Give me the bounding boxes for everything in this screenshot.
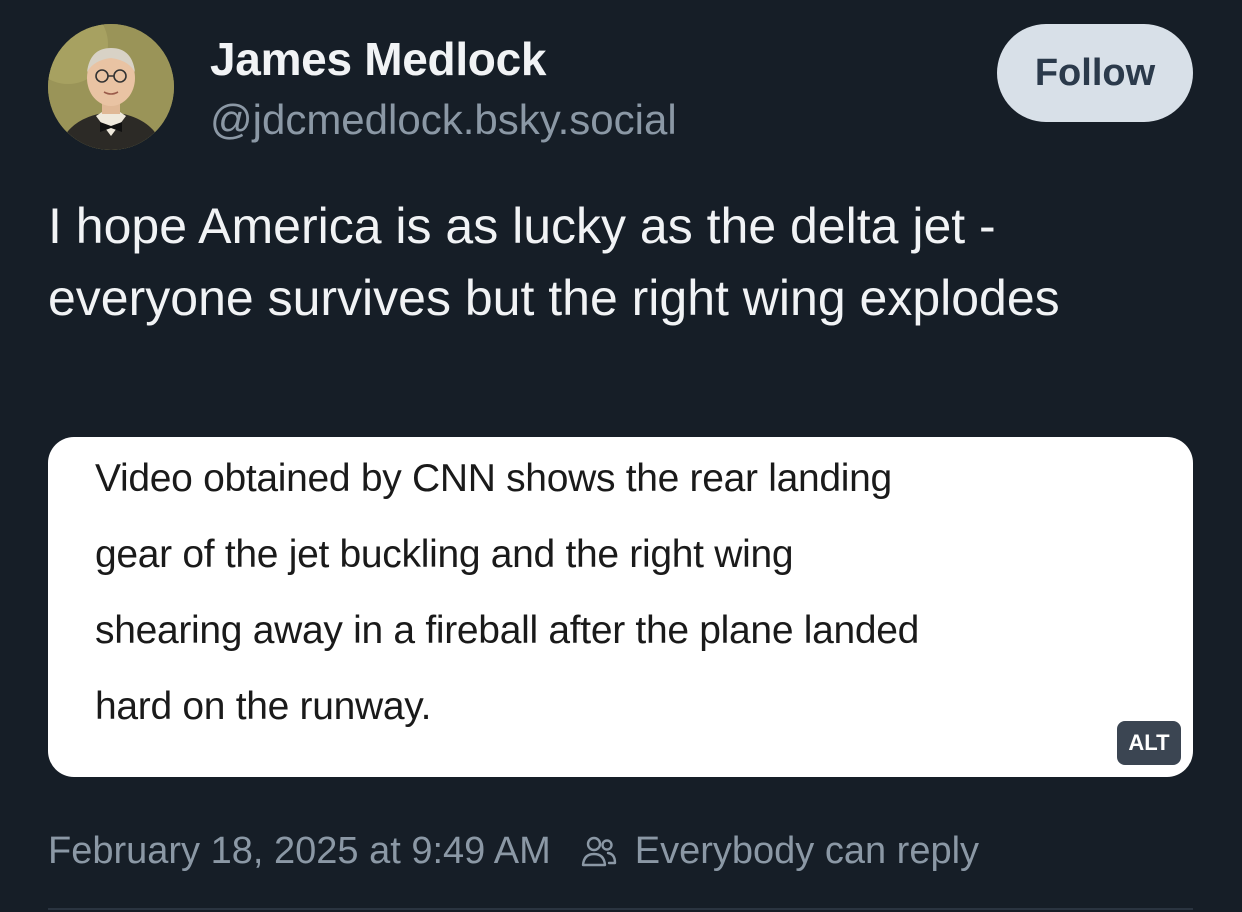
- avatar[interactable]: [48, 24, 174, 150]
- embed-text-line: shearing away in a fireball after the pl…: [95, 609, 920, 652]
- post-text: I hope America is as lucky as the delta …: [48, 198, 1060, 326]
- alt-badge[interactable]: ALT: [1117, 721, 1181, 765]
- embed-text-line: gear of the jet buckling and the right w…: [95, 533, 794, 576]
- author-handle[interactable]: @jdcmedlock.bsky.social: [210, 96, 677, 144]
- embedded-image[interactable]: Video obtained by CNN shows the rear lan…: [48, 437, 1193, 777]
- post-timestamp[interactable]: February 18, 2025 at 9:49 AM: [48, 830, 551, 873]
- author-display-name[interactable]: James Medlock: [210, 32, 546, 86]
- post-meta: February 18, 2025 at 9:49 AM Everybody c…: [48, 826, 979, 876]
- embed-text-line: Video obtained by CNN shows the rear lan…: [95, 457, 892, 500]
- follow-button[interactable]: Follow: [997, 24, 1193, 122]
- embed-text-line: hard on the runway.: [95, 685, 432, 728]
- portrait-avatar-icon: [48, 24, 174, 150]
- reply-setting[interactable]: Everybody can reply: [635, 830, 979, 873]
- people-icon: [581, 833, 617, 869]
- divider: [48, 908, 1193, 910]
